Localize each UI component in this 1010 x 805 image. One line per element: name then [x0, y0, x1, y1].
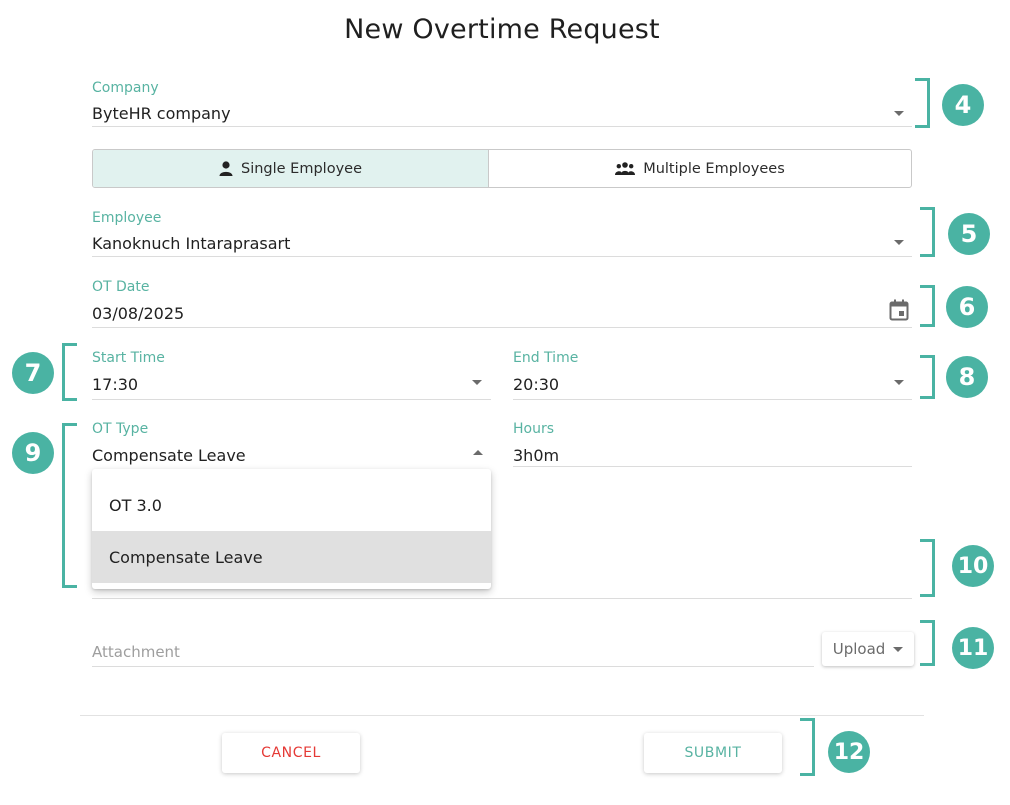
callout-badge: 4 [942, 84, 984, 126]
ot-date-label: OT Date [92, 279, 150, 295]
hours-underline [513, 466, 912, 467]
company-field[interactable]: Company ByteHR company [92, 80, 912, 128]
callout-badge: 5 [948, 213, 990, 255]
ot-type-option[interactable]: OT 3.0 [92, 479, 491, 531]
employee-label: Employee [92, 210, 162, 226]
attachment-label: Attachment [92, 643, 180, 661]
start-time-field[interactable]: Start Time 17:30 [92, 350, 491, 400]
callout-badge: 11 [952, 627, 994, 669]
callout-badge: 7 [12, 352, 54, 394]
upload-label: Upload [832, 640, 886, 658]
caret-down-icon[interactable] [894, 111, 904, 116]
multiple-employees-label: Multiple Employees [643, 160, 785, 177]
start-time-underline [92, 399, 491, 400]
company-underline [92, 126, 912, 127]
company-value: ByteHR company [92, 104, 231, 123]
group-icon [615, 162, 636, 175]
ot-date-underline [92, 327, 912, 328]
ot-type-label: OT Type [92, 421, 149, 437]
callout-badge: 12 [828, 731, 870, 773]
caret-down-icon[interactable] [472, 380, 482, 385]
calendar-icon[interactable] [889, 299, 909, 321]
start-time-label: Start Time [92, 350, 165, 366]
caret-down-icon[interactable] [894, 380, 904, 385]
callout-badge: 9 [12, 432, 54, 474]
callout-badge: 6 [946, 286, 988, 328]
single-employee-button[interactable]: Single Employee [93, 150, 489, 187]
ot-date-value: 03/08/2025 [92, 304, 185, 323]
caret-down-icon[interactable] [894, 240, 904, 245]
attachment-underline [92, 666, 814, 667]
callout-bracket [920, 620, 935, 666]
callout-bracket [920, 355, 935, 399]
callout-bracket [920, 207, 935, 257]
single-employee-label: Single Employee [241, 160, 362, 177]
hours-value: 3h0m [513, 446, 560, 465]
end-time-field[interactable]: End Time 20:30 [513, 350, 912, 400]
callout-bracket [800, 718, 815, 776]
end-time-value: 20:30 [513, 375, 560, 394]
caret-down-icon [893, 646, 904, 652]
caret-up-icon[interactable] [473, 450, 483, 455]
callout-badge: 8 [946, 356, 988, 398]
multiple-employees-button[interactable]: Multiple Employees [489, 150, 911, 187]
end-time-label: End Time [513, 350, 579, 366]
ot-type-option-selected[interactable]: Compensate Leave [92, 531, 491, 583]
ot-type-menu: OT 3.0 Compensate Leave [92, 469, 491, 589]
attachment-field: Attachment [92, 640, 912, 670]
callout-badge: 10 [952, 545, 994, 587]
cancel-button[interactable]: CANCEL [222, 733, 360, 773]
company-label: Company [92, 80, 159, 96]
footer-divider [80, 715, 924, 716]
dialog-title: New Overtime Request [344, 14, 660, 45]
ot-date-field[interactable]: OT Date 03/08/2025 [92, 279, 912, 329]
callout-bracket [920, 539, 935, 597]
upload-button[interactable]: Upload [822, 632, 914, 666]
person-icon [219, 161, 233, 176]
callout-bracket [62, 343, 77, 401]
employee-underline [92, 256, 912, 257]
ot-type-field[interactable]: OT Type Compensate Leave [92, 421, 491, 467]
employee-value: Kanoknuch Intaraprasart [92, 234, 291, 253]
hours-field: Hours 3h0m [513, 421, 912, 469]
callout-bracket [915, 78, 930, 128]
end-time-underline [513, 399, 912, 400]
ot-type-value: Compensate Leave [92, 446, 246, 465]
callout-bracket [920, 285, 935, 327]
employee-field[interactable]: Employee Kanoknuch Intaraprasart [92, 210, 912, 258]
submit-button[interactable]: SUBMIT [644, 733, 782, 773]
remark-underline [92, 598, 912, 599]
hours-label: Hours [513, 421, 555, 437]
start-time-value: 17:30 [92, 375, 139, 394]
employee-mode-toggle: Single Employee Multiple Employees [92, 149, 912, 188]
callout-bracket [62, 423, 77, 588]
